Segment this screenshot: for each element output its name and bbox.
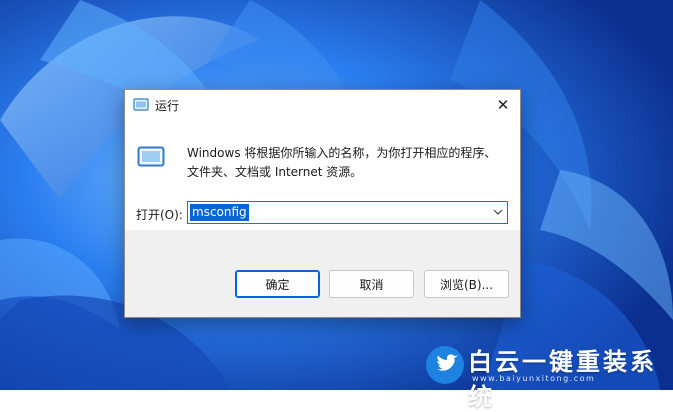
title-bar[interactable]: 运行 ✕: [125, 90, 520, 120]
close-icon: ✕: [496, 96, 510, 114]
open-label: 打开(O):: [136, 208, 183, 222]
dialog-title: 运行: [155, 99, 180, 113]
browse-button[interactable]: 浏览(B)...: [424, 270, 509, 298]
description-line-1: Windows 将根据你所输入的名称，为你打开相应的程序、: [187, 146, 497, 160]
twitter-bird-logo: [426, 346, 464, 384]
cancel-button[interactable]: 取消: [329, 270, 414, 298]
run-app-icon: [133, 98, 149, 111]
description-line-2: 文件夹、文档或 Internet 资源。: [187, 165, 363, 179]
ok-button[interactable]: 确定: [235, 270, 320, 298]
run-dialog: 运行 ✕ Windows 将根据你所输入的名称，为你打开相应的程序、 文件夹、文…: [124, 89, 521, 318]
dialog-description: Windows 将根据你所输入的名称，为你打开相应的程序、 文件夹、文档或 In…: [187, 144, 507, 182]
open-input-value[interactable]: msconfig: [190, 204, 249, 221]
chevron-down-icon[interactable]: [493, 208, 503, 216]
run-large-icon: [137, 146, 165, 167]
watermark: 白云一键重装系统 www.baiyunxitong.com: [420, 340, 673, 411]
bird-icon: [436, 354, 458, 371]
watermark-url: www.baiyunxitong.com: [472, 374, 596, 383]
open-combobox[interactable]: msconfig: [187, 201, 508, 224]
close-button[interactable]: ✕: [486, 90, 520, 120]
